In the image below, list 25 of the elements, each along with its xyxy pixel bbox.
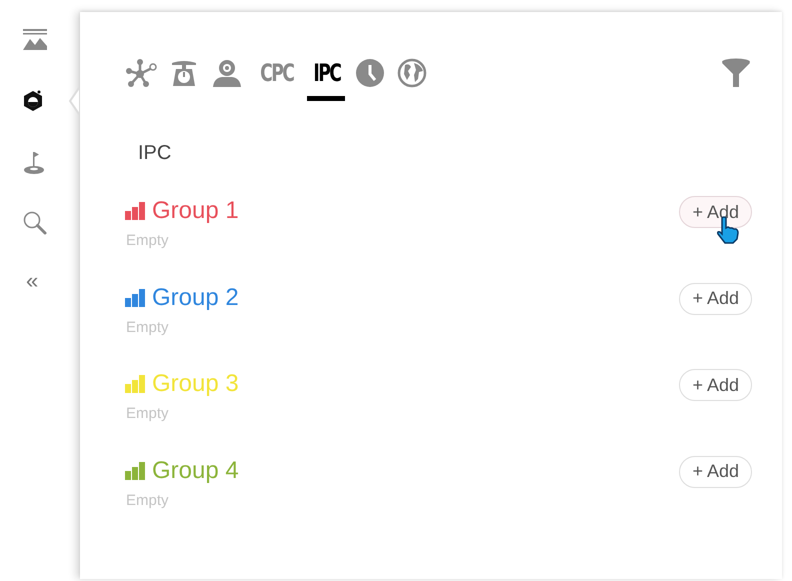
group-status: Empty xyxy=(126,404,170,424)
tab-underline xyxy=(307,96,346,101)
collapse-button[interactable]: « xyxy=(22,270,38,292)
tab[interactable]: IPC xyxy=(312,58,340,88)
add-button[interactable]: + Add xyxy=(679,369,752,401)
user-icon[interactable] xyxy=(210,58,244,88)
hexagon-icon[interactable] xyxy=(22,89,44,113)
group-status: Empty xyxy=(126,318,170,338)
add-button[interactable]: + Add xyxy=(679,456,752,488)
network-icon[interactable] xyxy=(124,58,158,88)
golf-flag-icon[interactable] xyxy=(22,149,46,175)
section-title: IPC xyxy=(138,141,172,166)
group-status: Empty xyxy=(126,490,170,510)
search-icon[interactable] xyxy=(22,210,48,236)
group-name[interactable]: Group 2 xyxy=(152,280,239,316)
scale-icon[interactable] xyxy=(170,58,198,88)
clock-icon[interactable] xyxy=(355,58,386,88)
add-button[interactable]: + Add xyxy=(679,282,752,314)
tab[interactable]: CPC xyxy=(260,58,294,88)
globe-icon[interactable] xyxy=(397,58,428,88)
group-status: Empty xyxy=(126,231,170,251)
filter-icon[interactable] xyxy=(720,58,752,88)
group-name[interactable]: Group 1 xyxy=(152,193,239,229)
landscape-icon[interactable] xyxy=(22,28,48,52)
group-name[interactable]: Group 4 xyxy=(152,452,239,488)
